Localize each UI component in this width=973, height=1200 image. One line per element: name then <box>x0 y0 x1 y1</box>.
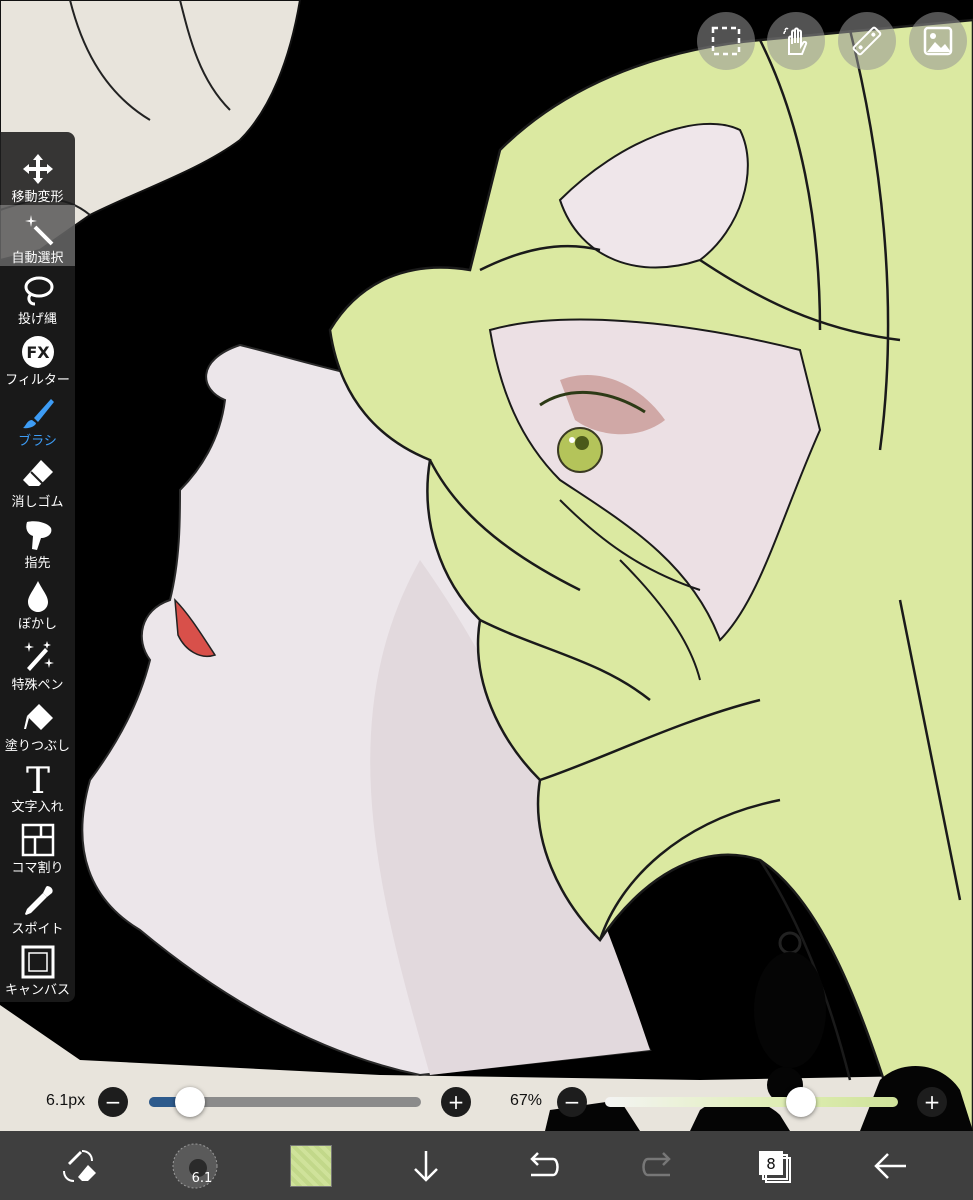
brush-eraser-switch-icon <box>63 1150 96 1182</box>
undo-icon <box>530 1152 559 1177</box>
redo-icon <box>642 1152 671 1177</box>
tool-lasso[interactable]: 投げ縄 <box>0 266 75 327</box>
material-tool-button[interactable] <box>909 12 967 70</box>
tool-auto-select[interactable]: 自動選択 <box>0 205 75 266</box>
opacity-slider-handle[interactable] <box>786 1087 817 1117</box>
text-icon-glyph: T <box>25 762 49 796</box>
tool-label: 指先 <box>24 556 51 571</box>
plus-icon: + <box>447 1090 465 1114</box>
hand-icon <box>783 27 808 55</box>
sparkle-pen-icon <box>23 641 54 671</box>
tool-label: ぼかし <box>17 617 57 632</box>
tool-label: 自動選択 <box>11 251 64 266</box>
brush-size-indicator[interactable]: 6.1 <box>172 1143 218 1189</box>
tool-label: 特殊ペン <box>11 678 64 693</box>
tool-label: 塗りつぶし <box>4 739 71 754</box>
ruler-icon <box>852 26 882 56</box>
tool-label: 文字入れ <box>11 800 64 815</box>
hand-tool-button[interactable] <box>767 12 825 70</box>
redo-button[interactable] <box>636 1143 682 1189</box>
tool-brush[interactable]: ブラシ <box>0 388 75 449</box>
brush-preview-icon: 6.1 <box>172 1143 218 1189</box>
brush-size-increase-button[interactable]: + <box>441 1087 471 1117</box>
tool-label: フィルター <box>5 373 70 388</box>
eraser-icon <box>22 460 53 486</box>
brush-size-value: 6.1px <box>46 1092 86 1109</box>
frame-divider-icon <box>21 823 54 857</box>
opacity-increase-button[interactable]: + <box>917 1087 947 1117</box>
bottom-toolbar: 6.1 8 <box>0 1131 973 1200</box>
selection-tool-button[interactable] <box>697 12 755 70</box>
magic-wand-icon <box>24 215 53 246</box>
layer-down-button[interactable] <box>403 1143 449 1189</box>
fx-icon-text: FX <box>26 343 50 362</box>
finger-icon <box>25 521 51 550</box>
minus-icon: − <box>104 1090 122 1114</box>
arrow-down-icon <box>414 1151 438 1182</box>
tool-blur[interactable]: ぼかし <box>0 571 75 632</box>
tool-special-pen[interactable]: 特殊ペン <box>0 632 75 693</box>
brush-size-slider-handle[interactable] <box>174 1087 205 1117</box>
ibispaint-app: 移動変形 自動選択 投げ縄 FX フィルター ブラシ 消しゴム 指先 ぼかし 特… <box>0 0 973 1200</box>
tool-canvas[interactable]: キャンバス <box>0 937 75 998</box>
tool-eyedropper[interactable]: スポイト <box>0 876 75 937</box>
ruler-tool-button[interactable] <box>838 12 896 70</box>
selection-icon <box>711 26 741 56</box>
tool-eraser[interactable]: 消しゴム <box>0 449 75 510</box>
material-icon <box>923 26 953 56</box>
tool-label: ブラシ <box>18 434 57 449</box>
tool-text[interactable]: T 文字入れ <box>0 754 75 815</box>
back-button[interactable] <box>868 1143 914 1189</box>
tool-label: 移動変形 <box>11 190 64 205</box>
layer-count: 8 <box>766 1155 776 1173</box>
color-swatch-button[interactable] <box>288 1143 334 1189</box>
brush-indicator-text: 6.1 <box>192 1171 213 1186</box>
lasso-icon <box>24 276 53 306</box>
arrow-left-icon <box>874 1153 906 1179</box>
move-icon <box>22 154 53 184</box>
brush-settings-row: 6.1px − + 67% − + <box>0 1080 973 1126</box>
tool-switch-button[interactable] <box>56 1143 102 1189</box>
brush-icon <box>22 399 54 429</box>
current-color-swatch <box>290 1145 332 1187</box>
drop-icon <box>27 581 48 612</box>
bucket-icon <box>23 704 53 730</box>
tool-label: 投げ縄 <box>17 312 57 327</box>
tool-label: スポイト <box>11 922 64 937</box>
layers-icon: 8 <box>759 1151 791 1183</box>
plus-icon: + <box>923 1090 941 1114</box>
opacity-value: 67% <box>510 1092 543 1109</box>
tool-move-transform[interactable]: 移動変形 <box>0 144 75 205</box>
fx-icon: FX <box>21 336 54 368</box>
tool-frame-divider[interactable]: コマ割り <box>0 815 75 876</box>
brush-size-decrease-button[interactable]: − <box>98 1087 128 1117</box>
text-icon: T <box>25 762 49 796</box>
tool-label: キャンバス <box>4 983 70 998</box>
undo-button[interactable] <box>519 1143 565 1189</box>
eyedropper-icon <box>24 886 53 915</box>
opacity-slider[interactable] <box>605 1097 898 1107</box>
tool-finger[interactable]: 指先 <box>0 510 75 571</box>
canvas-icon <box>21 945 54 979</box>
drawing-canvas[interactable] <box>0 0 973 1200</box>
layers-button[interactable]: 8 <box>751 1143 797 1189</box>
tool-label: コマ割り <box>11 861 64 876</box>
minus-icon: − <box>563 1090 581 1114</box>
opacity-decrease-button[interactable]: − <box>557 1087 587 1117</box>
tool-filter[interactable]: FX フィルター <box>0 327 75 388</box>
tool-label: 消しゴム <box>11 495 64 510</box>
tool-palette: 移動変形 自動選択 投げ縄 FX フィルター ブラシ 消しゴム 指先 ぼかし 特… <box>0 132 75 1002</box>
tool-fill[interactable]: 塗りつぶし <box>0 693 75 754</box>
